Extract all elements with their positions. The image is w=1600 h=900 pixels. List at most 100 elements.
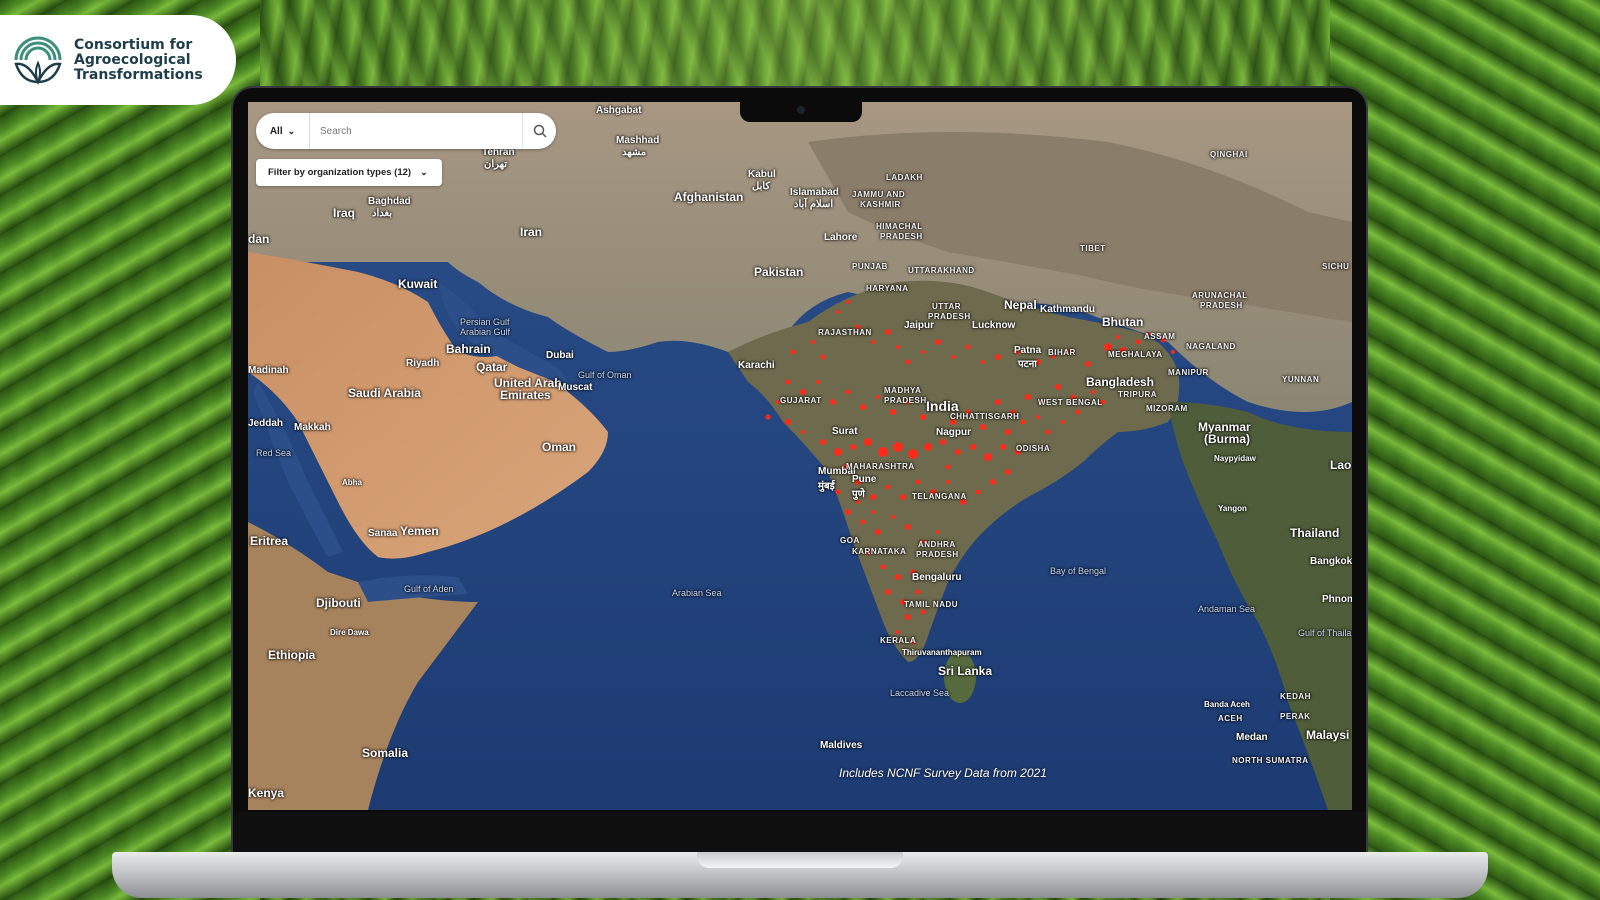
map-label-bay-of-bengal: Bay of Bengal bbox=[1050, 566, 1107, 576]
map-label-patna: Patna bbox=[1014, 345, 1042, 356]
map-label-jaipur: Jaipur bbox=[904, 320, 935, 331]
map-label-gulf-of-aden: Gulf of Aden bbox=[404, 584, 454, 594]
map-label-mizoram: MIZORAM bbox=[1146, 404, 1188, 413]
map-label-bahrain: Bahrain bbox=[446, 342, 491, 356]
map-label-tehran-local: تهران bbox=[484, 159, 508, 170]
map-label-maldives: Maldives bbox=[820, 740, 863, 751]
brand-line-2: Agroecological bbox=[74, 51, 191, 68]
chevron-down-icon: ⌄ bbox=[420, 167, 428, 177]
search-input[interactable] bbox=[310, 114, 522, 148]
map-label-sri-lanka: Sri Lanka bbox=[938, 664, 993, 678]
survey-data-note: Includes NCNF Survey Data from 2021 bbox=[839, 766, 1047, 780]
map-label-gulf-of-thailand: Gulf of Thailand bbox=[1298, 628, 1352, 638]
map-label-qinghai: QINGHAI bbox=[1210, 150, 1248, 159]
map-label-gulf-of-oman: Gulf of Oman bbox=[578, 370, 632, 380]
map-label-odisha: ODISHA bbox=[1016, 444, 1051, 453]
map-label-pune: Pune bbox=[852, 474, 877, 485]
map-label-patna-local: पटना bbox=[1018, 359, 1037, 370]
map-label-eritrea: Eritrea bbox=[250, 534, 289, 548]
map-label-arunachal: ARUNACHAL bbox=[1192, 291, 1248, 300]
map-screen[interactable]: Ashgabat Mashhad مشهد Tehran تهران Baghd… bbox=[248, 102, 1352, 810]
map-label-banda-aceh: Banda Aceh bbox=[1204, 700, 1250, 709]
map-label-pradesh-mp: PRADESH bbox=[884, 396, 927, 405]
brand-line-3: Transformations bbox=[74, 66, 203, 83]
crop-rows-right bbox=[1330, 0, 1600, 900]
map-label-madhya: MADHYA bbox=[884, 386, 922, 395]
map-label-bengaluru: Bengaluru bbox=[912, 572, 962, 583]
map-label-gujarat: GUJARAT bbox=[780, 396, 822, 405]
map-label-riyadh: Riyadh bbox=[406, 358, 440, 369]
map-label-islamabad: Islamabad bbox=[790, 187, 839, 198]
map-label-malaysia: Malaysi bbox=[1306, 728, 1350, 742]
map-label-islamabad-local: اسلام آباد bbox=[794, 199, 834, 210]
map-label-haryana: HARYANA bbox=[866, 284, 909, 293]
map-label-kuwait: Kuwait bbox=[398, 277, 438, 291]
map-label-iraq: Iraq bbox=[333, 206, 356, 220]
map-label-thiruvananthapuram: Thiruvananthapuram bbox=[902, 648, 982, 657]
laptop-bezel-bottom bbox=[233, 812, 1366, 854]
map-label-surat: Surat bbox=[832, 426, 858, 437]
map-label-assam: ASSAM bbox=[1144, 332, 1176, 341]
brand-line-1: Consortium for bbox=[74, 36, 193, 53]
map-label-punjab: PUNJAB bbox=[852, 262, 888, 271]
map-label-mashhad: Mashhad bbox=[616, 135, 660, 146]
map-label-tripura: TRIPURA bbox=[1118, 390, 1158, 399]
map-label-rajasthan: RAJASTHAN bbox=[818, 328, 872, 337]
map-label-medan: Medan bbox=[1236, 732, 1268, 743]
map-label-pradesh-hp: PRADESH bbox=[880, 232, 923, 241]
map-label-kerala: KERALA bbox=[880, 636, 917, 645]
map-label-somalia: Somalia bbox=[362, 746, 409, 760]
map-label-perak: PERAK bbox=[1280, 712, 1311, 721]
map-label-karnataka: KARNATAKA bbox=[852, 547, 907, 556]
map-label-meghalaya: MEGHALAYA bbox=[1108, 350, 1163, 359]
map-label-jammu: JAMMU AND bbox=[852, 190, 906, 199]
map-label-myanmar-line2: (Burma) bbox=[1204, 432, 1251, 446]
map-label-lahore: Lahore bbox=[824, 232, 858, 243]
map-label-yangon: Yangon bbox=[1218, 504, 1247, 513]
arch-leaf-logo-icon bbox=[14, 36, 62, 85]
map-label-pradesh-ap: PRADESH bbox=[916, 550, 959, 559]
map-label-himachal: HIMACHAL bbox=[876, 222, 923, 231]
search-scope-dropdown[interactable]: All ⌄ bbox=[256, 113, 310, 149]
map-label-persian-gulf: Persian Gulf bbox=[460, 317, 510, 327]
brand-name: Consortium for Agroecological Transforma… bbox=[74, 36, 203, 83]
map-label-west-bengal: WEST BENGAL bbox=[1038, 398, 1103, 407]
brand-badge: Consortium for Agroecological Transforma… bbox=[0, 15, 236, 105]
map-label-oman: Oman bbox=[542, 440, 577, 454]
map-label-laos: Lao bbox=[1330, 458, 1352, 472]
map-label-baghdad-local: بغداد bbox=[372, 208, 393, 219]
map-label-karachi: Karachi bbox=[738, 360, 775, 371]
search-button[interactable] bbox=[522, 113, 556, 149]
map-label-abha: Abha bbox=[342, 478, 362, 487]
map-label-lucknow: Lucknow bbox=[972, 320, 1016, 331]
map-label-pakistan: Pakistan bbox=[754, 265, 804, 279]
map-label-nagpur: Nagpur bbox=[936, 427, 971, 438]
map-label-bangladesh: Bangladesh bbox=[1086, 375, 1155, 389]
map-label-pradesh-ar: PRADESH bbox=[1200, 301, 1243, 310]
search-icon bbox=[533, 124, 547, 138]
map-label-uttar: UTTAR bbox=[932, 302, 962, 311]
map-label-north-sumatra: NORTH SUMATRA bbox=[1232, 756, 1309, 765]
map-label-makkah: Makkah bbox=[294, 422, 331, 433]
map-label-thailand: Thailand bbox=[1290, 526, 1340, 540]
map-label-nagaland: NAGALAND bbox=[1186, 342, 1236, 351]
map-label-bangkok: Bangkok bbox=[1310, 556, 1352, 567]
map-label-saudi-arabia: Saudi Arabia bbox=[348, 386, 421, 400]
map-label-madinah: Madinah bbox=[248, 365, 289, 376]
filter-organization-types-button[interactable]: Filter by organization types (12) ⌄ bbox=[256, 159, 442, 186]
map-label-manipur: MANIPUR bbox=[1168, 368, 1209, 377]
map-label-mumbai-local: मुंबई bbox=[818, 481, 835, 492]
map-label-goa: GOA bbox=[840, 536, 860, 545]
map-label-kedah: KEDAH bbox=[1280, 692, 1311, 701]
map-label-andhra: ANDHRA bbox=[918, 540, 956, 549]
map-label-sanaa: Sanaa bbox=[368, 528, 398, 539]
map-label-kenya: Kenya bbox=[248, 786, 285, 800]
map-label-dubai: Dubai bbox=[546, 350, 574, 361]
map-label-mashhad-local: مشهد bbox=[622, 147, 647, 158]
map-label-kabul: Kabul bbox=[748, 169, 776, 180]
map-label-arabian-gulf: Arabian Gulf bbox=[460, 327, 511, 337]
map-label-bhutan: Bhutan bbox=[1102, 315, 1144, 329]
map-label-muscat: Muscat bbox=[558, 382, 593, 393]
map-label-pradesh-up: PRADESH bbox=[928, 312, 971, 321]
map-label-yunnan: YUNNAN bbox=[1282, 375, 1320, 384]
